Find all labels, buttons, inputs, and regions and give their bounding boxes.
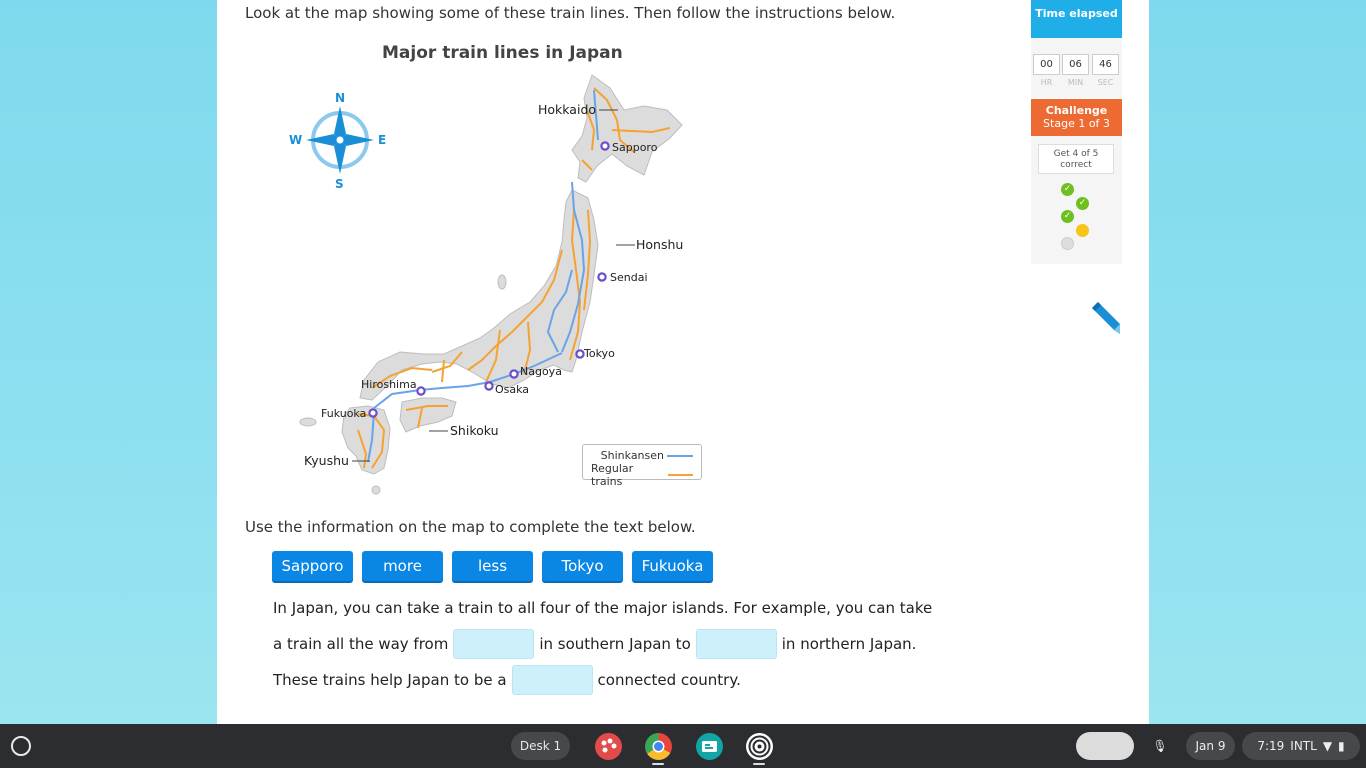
- map-legend: Shinkansen Regular trains: [582, 444, 702, 488]
- running-indicator: [753, 763, 765, 765]
- drop-target-2[interactable]: [695, 629, 777, 659]
- nagoya-marker: [509, 369, 519, 379]
- label-hiroshima: Hiroshima: [361, 378, 417, 391]
- classroom-app-icon[interactable]: [696, 733, 723, 760]
- compass-north: N: [335, 91, 345, 105]
- check-icon: ✓: [1076, 197, 1089, 210]
- current-question-icon: [1076, 224, 1089, 237]
- date-button[interactable]: Jan 9: [1186, 732, 1235, 760]
- timer-minutes: 06: [1062, 54, 1089, 75]
- passage-line-2: a train all the way from in southern Jap…: [273, 629, 916, 659]
- holding-space-icon[interactable]: [1076, 732, 1134, 760]
- battery-icon: ▮: [1338, 739, 1345, 753]
- tile-tokyo[interactable]: Tokyo: [542, 551, 623, 581]
- time-elapsed-header: Time elapsed: [1031, 0, 1122, 38]
- tile-sapporo[interactable]: Sapporo: [272, 551, 353, 581]
- tokyo-marker: [575, 349, 585, 359]
- timer-hours: 00: [1033, 54, 1060, 75]
- challenge-title: Challenge: [1045, 104, 1108, 117]
- drop-target-1[interactable]: [453, 629, 535, 659]
- ixl-app-icon[interactable]: [746, 733, 773, 760]
- timer-seconds: 46: [1092, 54, 1119, 75]
- passage-text: in northern Japan.: [781, 635, 917, 653]
- timer-seconds-label: SEC: [1097, 78, 1114, 87]
- lesson-page: Look at the map showing some of these tr…: [217, 0, 1149, 724]
- compass-south: S: [335, 177, 344, 191]
- passage-text: connected country.: [597, 671, 741, 689]
- launcher-icon[interactable]: [11, 736, 31, 756]
- compass-rose: N E S W: [289, 91, 386, 191]
- challenge-banner: Challenge Stage 1 of 3: [1031, 99, 1122, 136]
- running-indicator: [652, 763, 664, 765]
- passage-line-1: In Japan, you can take a train to all fo…: [273, 599, 932, 617]
- hiroshima-marker: [416, 386, 426, 396]
- goal-text: Get 4 of 5 correct: [1038, 144, 1114, 174]
- sendai-marker: [597, 272, 607, 282]
- timer-minutes-label: MIN: [1067, 78, 1084, 87]
- pending-question-icon: [1061, 237, 1074, 250]
- passage-text: in southern Japan to: [539, 635, 691, 653]
- label-tokyo: Tokyo: [583, 347, 615, 360]
- label-sapporo: Sapporo: [612, 141, 658, 154]
- passage-text: In Japan, you can take a train to all fo…: [273, 599, 933, 617]
- ime-indicator: INTL: [1290, 739, 1317, 753]
- compass-west: W: [289, 133, 302, 147]
- check-icon: ✓: [1061, 210, 1074, 223]
- osaka-marker: [484, 381, 494, 391]
- label-shikoku: Shikoku: [450, 423, 499, 438]
- clock-time: 7:19: [1257, 739, 1285, 753]
- passage-text: These trains help Japan to be a: [273, 671, 507, 689]
- use-info-text: Use the information on the map to comple…: [245, 518, 696, 536]
- instructions-text: Look at the map showing some of these tr…: [245, 4, 896, 22]
- legend-regular-label: Regular trains: [591, 462, 634, 488]
- fukuoka-marker: [368, 408, 378, 418]
- microphone-icon[interactable]: 🎙: [1146, 732, 1174, 760]
- chrome-icon[interactable]: [645, 733, 672, 760]
- taskbar: Desk 1 🎙 Jan 9 7:19 INTL ▼ ▮: [0, 724, 1366, 768]
- check-icon: ✓: [1061, 183, 1074, 196]
- map-title: Major train lines in Japan: [382, 43, 623, 63]
- label-nagoya: Nagoya: [520, 365, 562, 378]
- passage-line-3: These trains help Japan to be a connecte…: [273, 665, 741, 695]
- desk-button[interactable]: Desk 1: [511, 732, 570, 760]
- answer-tiles: Sapporo more less Tokyo Fukuoka: [272, 551, 713, 581]
- legend-shinkansen-label: Shinkansen: [600, 449, 664, 462]
- timer: 00 06 46 HR MIN SEC: [1031, 38, 1122, 98]
- wifi-icon: ▼: [1322, 739, 1333, 753]
- pencil-icon[interactable]: [1086, 300, 1124, 338]
- tile-less[interactable]: less: [452, 551, 533, 581]
- tile-more[interactable]: more: [362, 551, 443, 581]
- japan-map: N E S W Hokkaido Honshu Shikoku Kyushu S…: [289, 74, 683, 495]
- challenge-stage: Stage 1 of 3: [1043, 117, 1110, 130]
- timer-hours-label: HR: [1040, 78, 1053, 87]
- paint-app-icon[interactable]: [595, 733, 622, 760]
- label-fukuoka: Fukuoka: [321, 407, 366, 420]
- compass-east: E: [378, 133, 386, 147]
- label-kyushu: Kyushu: [304, 453, 349, 468]
- label-osaka: Osaka: [495, 383, 529, 396]
- status-area[interactable]: 7:19 INTL ▼ ▮: [1242, 732, 1360, 760]
- label-honshu: Honshu: [636, 237, 683, 252]
- label-sendai: Sendai: [610, 271, 648, 284]
- drop-target-3[interactable]: [511, 665, 593, 695]
- sapporo-marker: [600, 141, 610, 151]
- passage-text: a train all the way from: [273, 635, 449, 653]
- tile-fukuoka[interactable]: Fukuoka: [632, 551, 713, 581]
- progress-panel: Get 4 of 5 correct ✓ ✓ ✓: [1031, 136, 1122, 264]
- label-hokkaido: Hokkaido: [538, 102, 596, 117]
- legend-regular-swatch: [668, 474, 693, 476]
- legend-shinkansen-swatch: [667, 454, 693, 457]
